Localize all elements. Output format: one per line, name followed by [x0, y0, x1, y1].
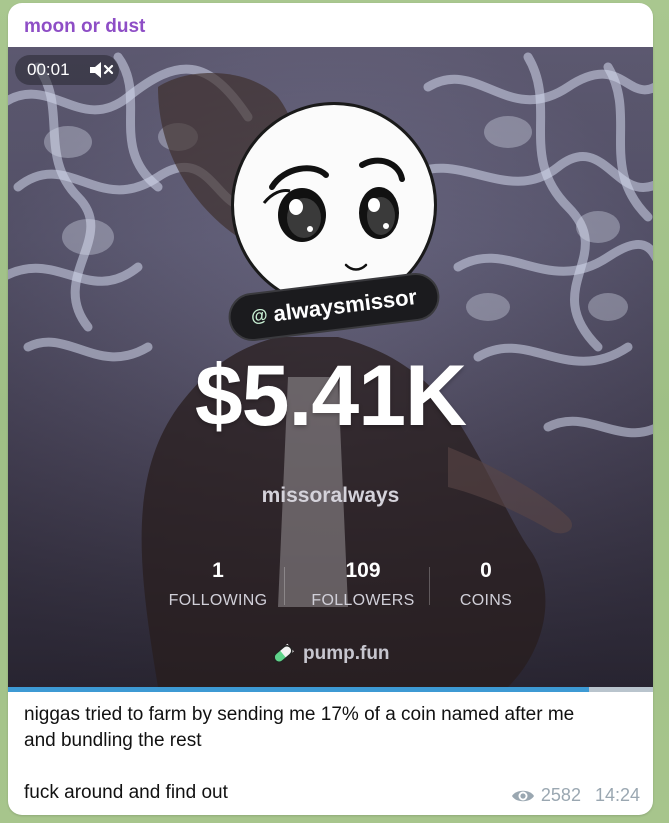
handle-text: alwaysmissor — [271, 283, 419, 327]
stat-divider — [284, 567, 285, 605]
stat-label: FOLLOWERS — [311, 592, 415, 609]
video-progress-bar[interactable] — [8, 687, 653, 692]
video-preview[interactable]: 00:01 @ alwaysmissor $5.41K missoralways… — [8, 47, 653, 687]
video-progress-fill — [8, 687, 589, 692]
eye-icon — [511, 790, 534, 801]
stat-value: 0 — [480, 559, 492, 582]
market-cap-amount: $5.41K — [194, 348, 467, 444]
stat-value: 1 — [212, 559, 224, 582]
stat-following: 1 FOLLOWING — [158, 559, 278, 610]
brand-footer: pump.fun — [271, 643, 390, 665]
message-time: 14:24 — [594, 785, 640, 805]
view-count: 2582 — [540, 785, 581, 805]
message-meta: 2582 14:24 — [511, 785, 640, 806]
brand-text: pump.fun — [303, 643, 390, 664]
muted-speaker-icon[interactable] — [88, 61, 114, 79]
timer-text: 00:01 — [27, 60, 70, 79]
sender-name[interactable]: moon or dust — [24, 16, 145, 38]
stat-followers: 109 FOLLOWERS — [303, 559, 423, 610]
at-symbol: @ — [249, 305, 269, 327]
pill-icon — [273, 643, 294, 663]
stat-coins: 0 COINS — [426, 559, 546, 610]
profile-stats: 1 FOLLOWING 109 FOLLOWERS 0 COINS — [146, 559, 516, 619]
message-bubble[interactable]: moon or dust 00:01 @ alwaysmissor $5.41K… — [8, 3, 653, 815]
video-timer: 00:01 — [15, 55, 119, 85]
stat-value: 109 — [345, 559, 381, 582]
profile-username: missoralways — [261, 484, 400, 507]
stat-label: FOLLOWING — [168, 592, 268, 609]
stat-label: COINS — [459, 592, 513, 609]
